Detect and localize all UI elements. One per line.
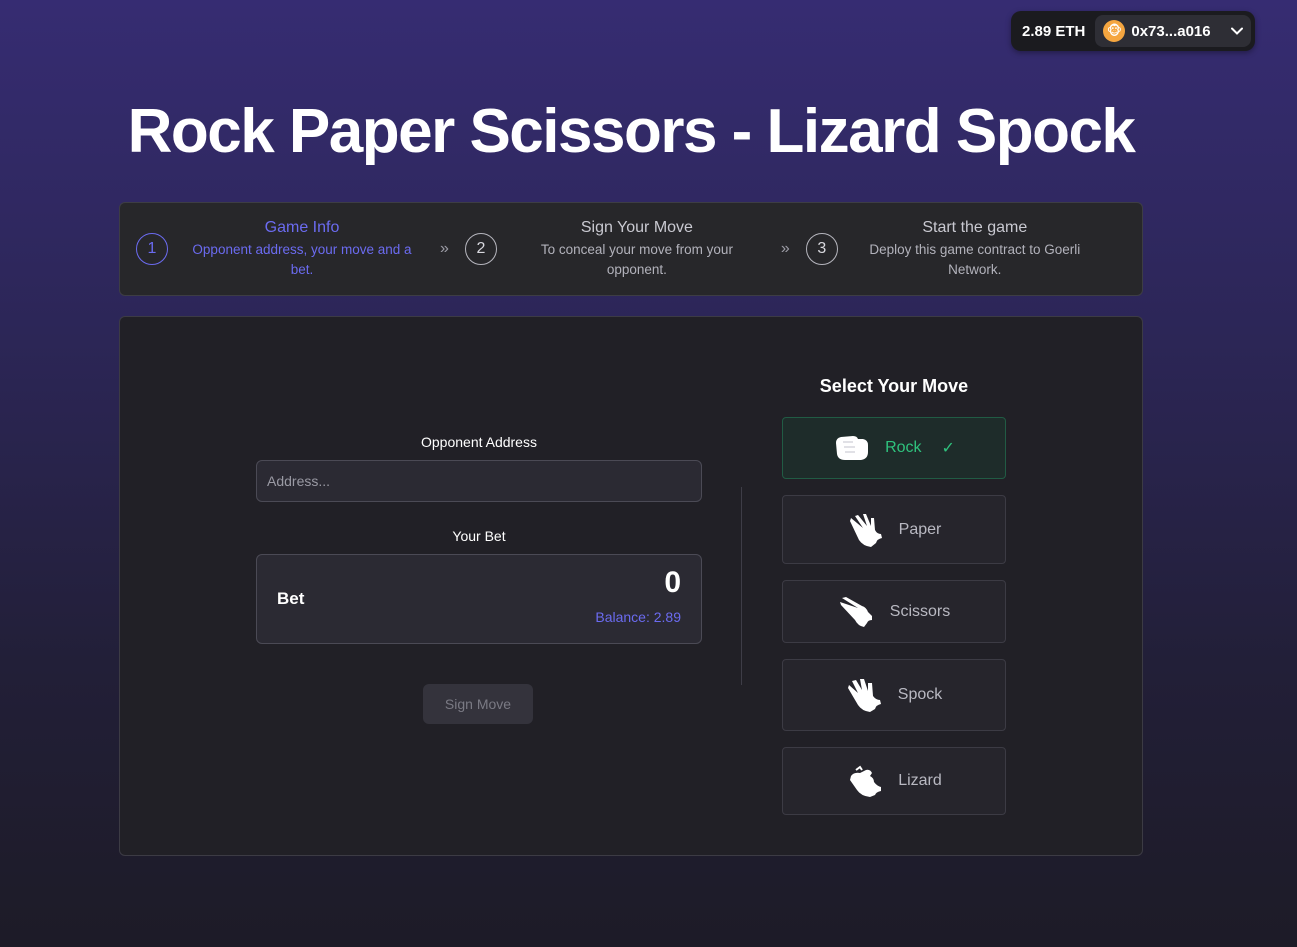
opponent-address-input[interactable] xyxy=(256,460,702,502)
chevrons-right-icon: » xyxy=(780,240,790,257)
move-paper-button[interactable]: Paper xyxy=(782,495,1006,564)
monkey-avatar-icon: 🐵 xyxy=(1103,20,1126,42)
opponent-address-label: Opponent Address xyxy=(421,434,537,450)
step-number: 2 xyxy=(464,233,497,265)
sign-move-button[interactable]: Sign Move xyxy=(423,684,533,724)
check-icon: ✓ xyxy=(941,440,955,457)
move-label: Scissors xyxy=(889,602,951,620)
move-lizard-button[interactable]: Lizard xyxy=(782,747,1006,815)
move-label: Paper xyxy=(898,520,942,538)
move-label: Rock xyxy=(885,439,922,456)
move-label: Spock xyxy=(897,686,943,703)
step-title: Start the game xyxy=(922,218,1028,236)
move-spock-button[interactable]: Spock xyxy=(782,659,1006,731)
balance-text: Balance: 2.89 xyxy=(595,609,681,625)
step-game-info: 1 Game Info Opponent address, your move … xyxy=(136,219,424,280)
your-bet-label: Your Bet xyxy=(452,528,506,544)
step-number: 3 xyxy=(805,233,838,265)
bet-label: Bet xyxy=(277,589,305,608)
game-form-card: Opponent Address Your Bet Bet 0 Balance:… xyxy=(119,316,1143,856)
account-address: 0x73...a016 xyxy=(1131,22,1211,40)
step-description: To conceal your move from your opponent. xyxy=(540,241,733,277)
chevrons-right-icon: » xyxy=(440,240,449,257)
bet-input[interactable]: Bet 0 Balance: 2.89 xyxy=(256,554,702,644)
step-sign-move: 2 Sign Your Move To conceal your move fr… xyxy=(464,218,765,280)
divider xyxy=(741,487,742,685)
lizard-hand-icon xyxy=(846,764,884,798)
paper-hand-icon xyxy=(847,513,885,547)
move-rock-button[interactable]: Rock ✓ xyxy=(782,417,1006,479)
step-title: Game Info xyxy=(264,218,340,236)
select-move-title: Select Your Move xyxy=(819,376,969,396)
move-label: Lizard xyxy=(898,772,942,789)
spock-hand-icon xyxy=(846,678,884,712)
rock-hand-icon xyxy=(833,431,871,465)
scissors-hand-icon xyxy=(838,595,876,629)
page-title: Rock Paper Scissors - Lizard Spock xyxy=(127,97,1136,166)
wallet-widget: 2.89 ETH 🐵 0x73...a016 xyxy=(1011,11,1255,51)
step-description: Deploy this game contract to Goerli Netwo… xyxy=(869,241,1081,277)
step-description: Opponent address, your move and a bet. xyxy=(192,241,412,277)
step-number: 1 xyxy=(136,233,168,265)
account-button[interactable]: 🐵 0x73...a016 xyxy=(1095,15,1251,47)
move-scissors-button[interactable]: Scissors xyxy=(782,580,1006,643)
bet-value[interactable]: 0 xyxy=(664,566,681,600)
wallet-balance: 2.89 ETH xyxy=(1022,22,1086,40)
chevron-down-icon xyxy=(1231,27,1243,35)
step-title: Sign Your Move xyxy=(580,218,693,236)
step-start-game: 3 Start the game Deploy this game contra… xyxy=(805,218,1100,280)
stepper: 1 Game Info Opponent address, your move … xyxy=(119,202,1143,296)
